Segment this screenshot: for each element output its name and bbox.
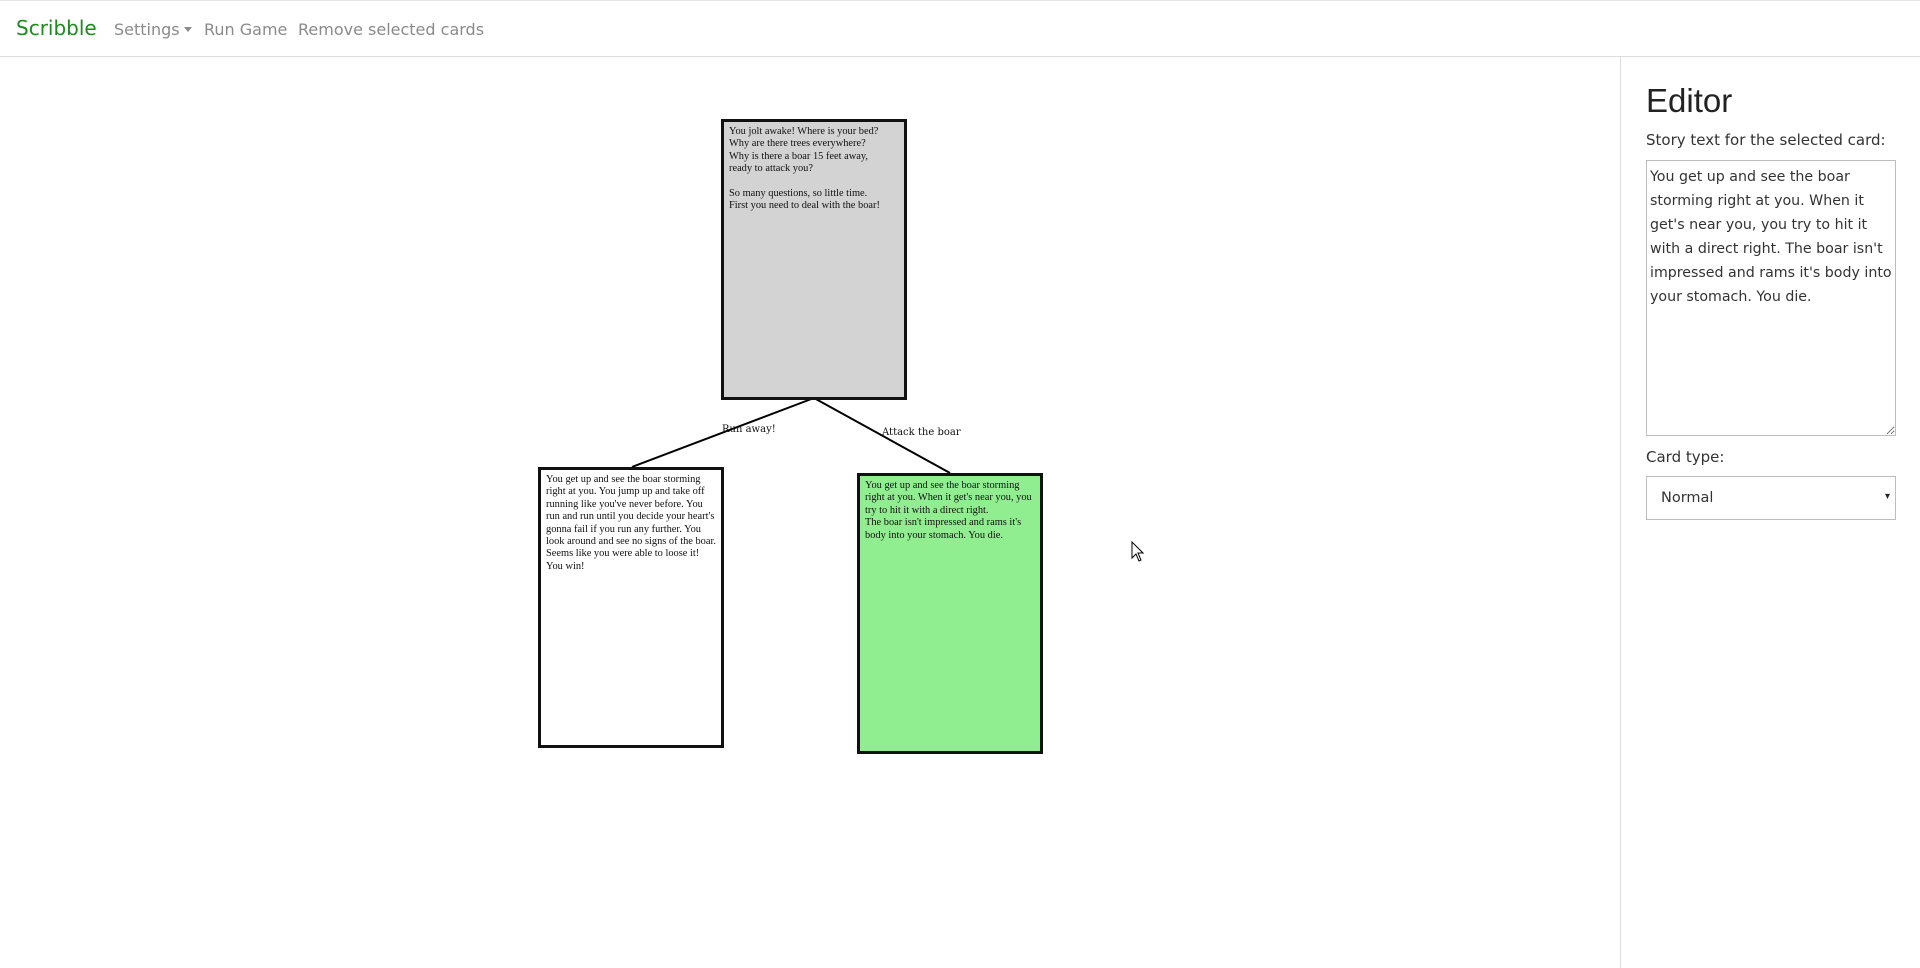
remove-selected-cards-link[interactable]: Remove selected cards <box>298 20 484 39</box>
link-label-attack[interactable]: Attack the boar <box>882 427 961 438</box>
card-win[interactable]: You get up and see the boar storming rig… <box>538 467 724 748</box>
caret-down-icon <box>183 27 192 32</box>
settings-dropdown[interactable]: Settings <box>114 20 192 39</box>
settings-label: Settings <box>114 20 180 39</box>
card-start[interactable]: You jolt awake! Where is your bed? Why a… <box>721 119 907 400</box>
card-type-select[interactable]: Normal ▾ <box>1646 476 1896 520</box>
mouse-cursor-icon <box>1131 541 1145 562</box>
card-lose-selected[interactable]: You get up and see the boar storming rig… <box>857 473 1043 754</box>
story-text-input[interactable]: You get up and see the boar storming rig… <box>1646 160 1896 436</box>
run-game-link[interactable]: Run Game <box>204 20 287 39</box>
link-label-run-away[interactable]: Run away! <box>722 424 776 435</box>
story-text-label: Story text for the selected card: <box>1646 131 1886 149</box>
card-type-label: Card type: <box>1646 448 1725 466</box>
brand-link[interactable]: Scribble <box>16 16 97 40</box>
card-type-value: Normal <box>1661 490 1714 506</box>
dropdown-arrow-icon: ▾ <box>1884 491 1890 502</box>
editor-panel: Editor Story text for the selected card:… <box>1621 57 1920 968</box>
navbar: Scribble Settings Run Game Remove select… <box>0 0 1920 57</box>
editor-title: Editor <box>1646 82 1733 119</box>
